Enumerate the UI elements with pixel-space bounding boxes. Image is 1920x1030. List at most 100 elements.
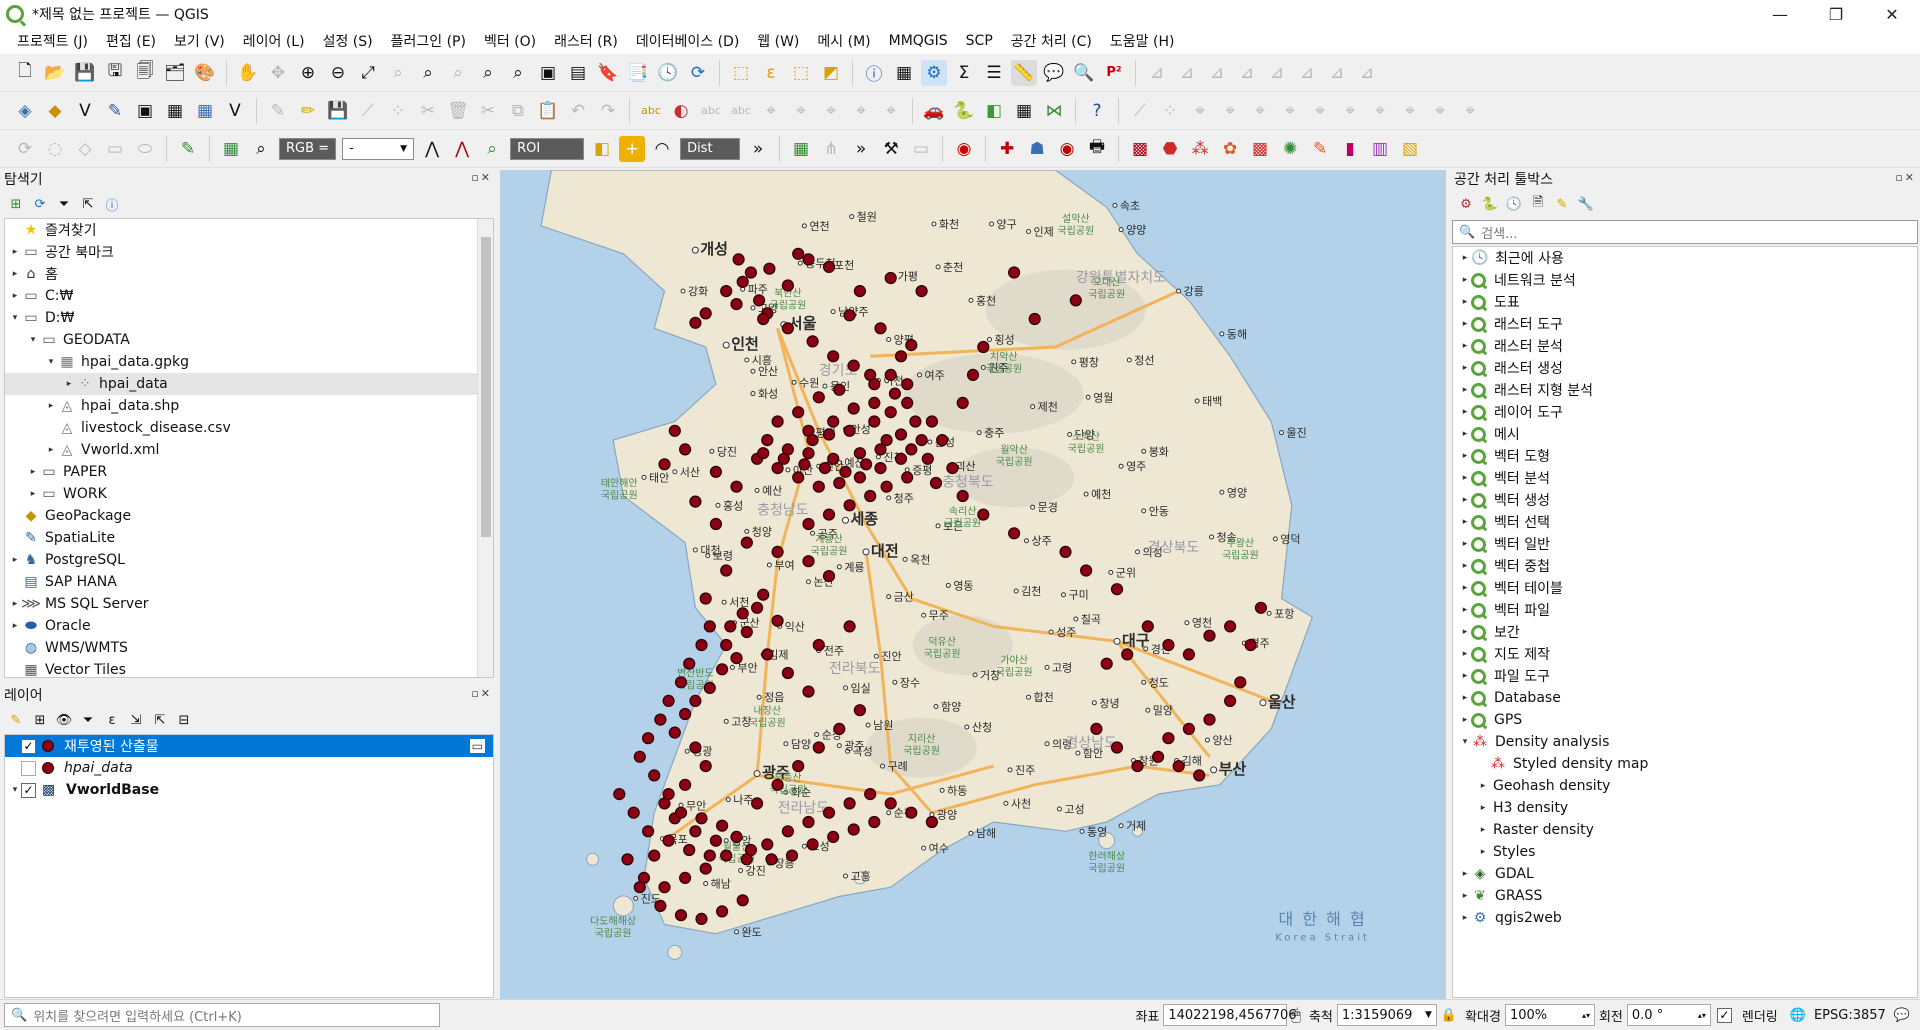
hpai-point[interactable]	[683, 843, 696, 857]
expand-arrow-icon[interactable]: ▸	[27, 467, 39, 477]
toolbar-overflow-1-icon[interactable]: »	[745, 136, 771, 162]
hpai-point[interactable]	[627, 806, 640, 819]
hpai-point[interactable]	[781, 322, 794, 335]
hpai-point[interactable]	[730, 298, 743, 311]
zoom-in-icon[interactable]: ⊕	[295, 60, 321, 86]
toolbox-item[interactable]: ▸ 도표	[1453, 291, 1917, 313]
hpai-point[interactable]	[732, 253, 745, 266]
hpai-point[interactable]	[781, 279, 794, 292]
hpai-point[interactable]	[802, 685, 815, 698]
hpai-point[interactable]	[901, 396, 914, 409]
medical-plus-icon[interactable]: ✚	[994, 136, 1020, 162]
edit-features-in-place-icon[interactable]: ✎	[1552, 194, 1572, 214]
user-location-icon[interactable]: ☗	[1024, 136, 1050, 162]
hpai-point[interactable]	[843, 424, 856, 437]
raster-heatmap-icon[interactable]: ▩	[1127, 136, 1153, 162]
vertex-tool-icon[interactable]: ⁘	[385, 98, 411, 124]
copy-features-icon[interactable]: ⧉	[505, 98, 531, 124]
layer-indicator-icon[interactable]: ▭	[469, 739, 485, 753]
browser-item[interactable]: ★ 즐겨찾기	[5, 219, 493, 241]
hpai-point[interactable]	[905, 443, 918, 456]
add-group-icon[interactable]: ⊞	[30, 710, 50, 730]
hpai-point[interactable]	[658, 458, 671, 471]
hpai-point[interactable]	[827, 452, 840, 465]
toolbox-item[interactable]: ▸ 벡터 테이블	[1453, 577, 1917, 599]
add-spatialite-icon[interactable]: ✎	[102, 98, 128, 124]
expand-arrow-icon[interactable]: ▸	[9, 269, 21, 279]
collapse-all-icon[interactable]: ⇱	[150, 710, 170, 730]
hpai-point[interactable]	[662, 694, 675, 708]
expand-arrow-icon[interactable]: ▸	[1459, 473, 1471, 483]
hpai-point[interactable]	[860, 458, 873, 471]
hpai-point[interactable]	[936, 434, 949, 447]
expand-arrow-icon[interactable]: ▸	[1459, 627, 1471, 637]
hpai-point[interactable]	[1090, 722, 1103, 736]
label-toolbar-icon[interactable]: abc	[638, 98, 664, 124]
toolbox-item[interactable]: ▸ Raster density	[1453, 819, 1917, 841]
toolbox-item[interactable]: ▸ 래스터 분석	[1453, 335, 1917, 357]
scp-roi-create-icon[interactable]: ◧	[589, 136, 615, 162]
add-selected-layers-icon[interactable]: ⊞	[6, 194, 26, 214]
hpai-point[interactable]	[894, 452, 908, 465]
expand-arrow-icon[interactable]: ▾	[9, 785, 21, 795]
toolbox-item[interactable]: ▸ 보간	[1453, 621, 1917, 643]
hpai-point[interactable]	[874, 462, 887, 475]
hpai-point[interactable]	[771, 545, 784, 558]
attribute-table-icon[interactable]: ▦	[891, 60, 917, 86]
plugin-tool-3-icon[interactable]: ⊿	[1204, 60, 1230, 86]
hpai-point[interactable]	[736, 275, 749, 288]
hpai-point[interactable]	[761, 434, 774, 447]
expand-arrow-icon[interactable]: ▸	[45, 445, 57, 455]
coordinate-field[interactable]: 14022198,4567706	[1163, 1004, 1297, 1026]
hpai-point[interactable]	[802, 555, 815, 568]
pan-icon[interactable]: ✋	[235, 60, 261, 86]
hpai-point[interactable]	[679, 871, 692, 885]
hpai-point[interactable]	[853, 447, 866, 460]
scp-stretch-1-icon[interactable]: ⋀	[419, 136, 445, 162]
expand-arrow-icon[interactable]: ▸	[1459, 429, 1471, 439]
plugin-tool-8-icon[interactable]: ⊿	[1354, 60, 1380, 86]
advanced-digitize-10-icon[interactable]: ⌖	[1397, 98, 1423, 124]
toolbox-item[interactable]: ▸ 벡터 중첩	[1453, 555, 1917, 577]
python-console-icon[interactable]: 🐍	[951, 98, 977, 124]
print-layout-icon[interactable]: 🗐	[132, 60, 158, 86]
hpai-point[interactable]	[720, 638, 733, 652]
hpai-point[interactable]	[662, 787, 675, 801]
shape-rect-icon[interactable]: ▭	[102, 136, 128, 162]
menu-item[interactable]: 벡터 (O)	[475, 31, 545, 51]
hpai-point[interactable]	[853, 704, 866, 717]
data-source-manager-icon[interactable]: ◈	[12, 98, 38, 124]
delete-selected-icon[interactable]: 🗑	[445, 98, 471, 124]
layer-visibility-checkbox[interactable]: ✓	[21, 738, 36, 754]
hpai-point[interactable]	[880, 480, 893, 493]
toolbox-item[interactable]: ▸ 메시	[1453, 423, 1917, 445]
spreadsheet-icon[interactable]: ▦	[788, 136, 814, 162]
hpai-point[interactable]	[921, 452, 934, 465]
hpai-point[interactable]	[716, 905, 729, 918]
menu-item[interactable]: 설정 (S)	[314, 31, 382, 51]
style-manager-icon[interactable]: 🎨	[192, 60, 218, 86]
palette-icon[interactable]: ▧	[1397, 136, 1423, 162]
layer-visibility-checkbox[interactable]: ✓	[21, 782, 36, 798]
toolbox-item[interactable]: ▸ 래스터 생성	[1453, 357, 1917, 379]
temporal-controller-icon[interactable]: 🕓	[655, 60, 681, 86]
add-wms-icon[interactable]: ▣	[132, 98, 158, 124]
expand-arrow-icon[interactable]: ▸	[1459, 913, 1471, 923]
browser-item[interactable]: ✎ SpatiaLite	[5, 527, 493, 549]
new-3d-view-icon[interactable]: ▤	[565, 60, 591, 86]
hpai-point[interactable]	[798, 458, 811, 471]
hpai-point[interactable]	[827, 350, 840, 363]
hpai-point[interactable]	[868, 415, 881, 428]
scale-combo[interactable]: 1:3159069 ▼	[1336, 1004, 1437, 1026]
hpai-point[interactable]	[1110, 741, 1124, 754]
browser-item[interactable]: ▸ ▭ WORK	[5, 483, 493, 505]
toolbox-item[interactable]: ▸ 래스터 도구	[1453, 313, 1917, 335]
hpai-point[interactable]	[668, 726, 681, 739]
hpai-point[interactable]	[1162, 732, 1175, 745]
color-grid-icon[interactable]: ▩	[1247, 136, 1273, 162]
hpai-point[interactable]	[679, 707, 692, 721]
cut-features-icon[interactable]: ✂	[475, 98, 501, 124]
scp-redo-icon[interactable]: ◠	[649, 136, 675, 162]
current-edits-icon[interactable]: ✎	[265, 98, 291, 124]
hpai-point[interactable]	[716, 663, 729, 676]
